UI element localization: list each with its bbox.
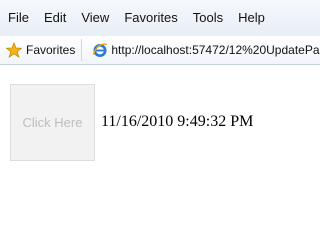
menu-tools[interactable]: Tools: [185, 8, 230, 28]
menu-help[interactable]: Help: [230, 8, 272, 28]
timestamp-label: 11/16/2010 9:49:32 PM: [101, 113, 254, 130]
menu-bar: File Edit View Favorites Tools Help: [0, 0, 320, 37]
page-content: Click Here 11/16/2010 9:49:32 PM: [0, 65, 320, 250]
menu-edit[interactable]: Edit: [36, 8, 73, 28]
menu-favorites[interactable]: Favorites: [116, 8, 184, 28]
star-icon: [6, 42, 22, 58]
page-tab[interactable]: http://localhost:57472/12%20UpdatePane: [92, 39, 320, 61]
favorites-bar: Favorites http://localhost:57472/12%20Up…: [0, 36, 320, 65]
tab-url: http://localhost:57472/12%20UpdatePane: [111, 43, 320, 57]
favorites-button[interactable]: Favorites: [0, 39, 83, 61]
favorites-label: Favorites: [26, 43, 76, 57]
menu-file[interactable]: File: [0, 8, 36, 28]
menu-view[interactable]: View: [73, 8, 116, 28]
ie-icon: [93, 43, 108, 57]
click-here-button[interactable]: Click Here: [10, 84, 95, 161]
